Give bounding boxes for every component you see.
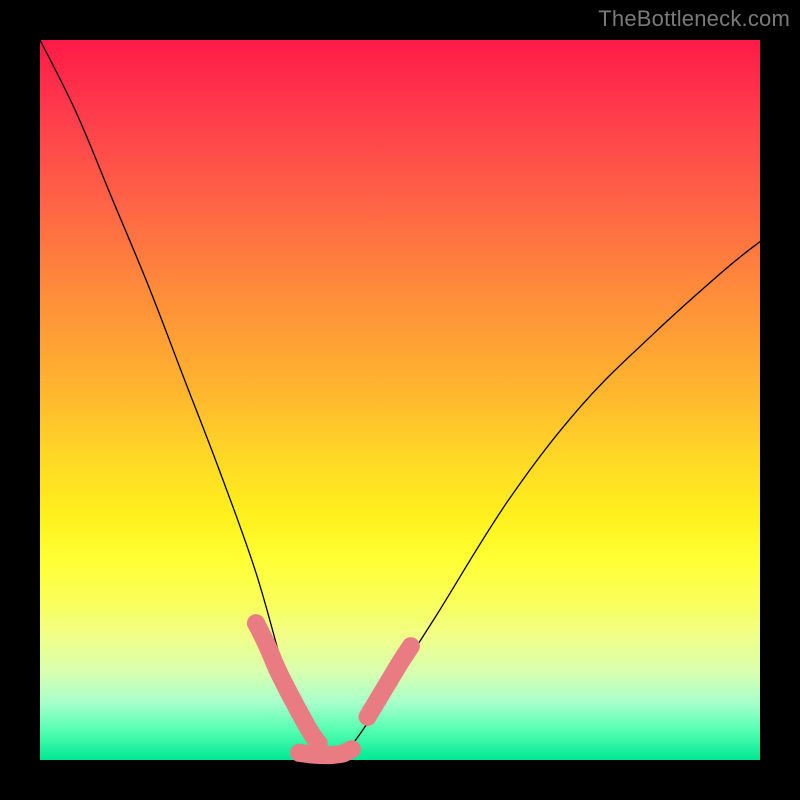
highlight-dot <box>269 661 287 679</box>
highlight-dot <box>343 740 361 758</box>
highlight-dot <box>279 683 297 701</box>
chart-svg <box>40 40 760 760</box>
highlight-dot <box>247 614 265 632</box>
highlight-dot <box>402 637 420 655</box>
highlight-dot <box>258 636 276 654</box>
watermark-text: TheBottleneck.com <box>598 6 790 32</box>
highlight-dot <box>290 703 308 721</box>
highlight-dot <box>359 708 377 726</box>
chart-frame: TheBottleneck.com <box>0 0 800 800</box>
highlight-dot <box>391 654 409 672</box>
highlight-dot <box>369 690 387 708</box>
highlight-dot <box>380 672 398 690</box>
plot-area <box>40 40 760 760</box>
